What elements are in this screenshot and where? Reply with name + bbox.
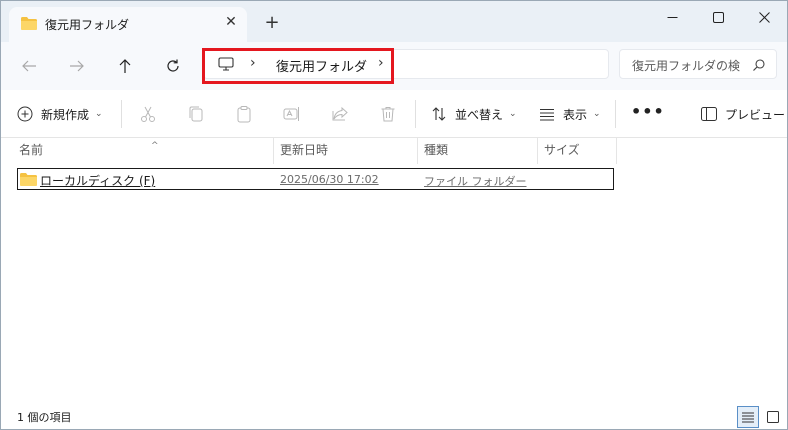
more-options-button[interactable]: •••: [631, 102, 665, 121]
column-header-type[interactable]: 種類: [417, 138, 537, 164]
column-header-date[interactable]: 更新日時: [273, 138, 417, 164]
status-item-count: 1 個の項目: [17, 411, 72, 424]
tab-close-button[interactable]: ✕: [221, 12, 241, 32]
folder-icon: [20, 173, 37, 186]
search-placeholder: 復元用フォルダの検: [632, 59, 741, 73]
search-box[interactable]: 復元用フォルダの検: [619, 49, 777, 79]
plus-circle-icon: [17, 106, 33, 122]
view-button-label: 表示: [563, 107, 588, 122]
search-icon: [753, 59, 765, 71]
new-button-label: 新規作成: [41, 107, 90, 122]
back-button[interactable]: [17, 54, 41, 78]
tab-title: 復元用フォルダ: [45, 18, 130, 32]
command-bar: 新規作成 ⌄ 並べ替え ⌄ 表示 ⌄ ••• プレビュー: [1, 90, 787, 138]
preview-pane-icon: [701, 107, 717, 121]
tab-active[interactable]: 復元用フォルダ ✕: [9, 7, 247, 42]
chevron-down-icon: ⌄: [509, 109, 517, 119]
maximize-icon: [712, 11, 724, 23]
copy-icon[interactable]: [187, 105, 205, 123]
explorer-window: 復元用フォルダ ✕ + › 復元用フォルダ › 復元用フォルダの検 新規作成 ⌄…: [0, 0, 788, 430]
paste-icon[interactable]: [235, 105, 253, 123]
rename-icon[interactable]: [283, 105, 301, 123]
close-window-button[interactable]: [741, 1, 787, 33]
tiles-view-icon: [767, 411, 779, 423]
large-icons-view-button[interactable]: [763, 406, 783, 428]
arrow-right-icon: [70, 60, 84, 72]
arrow-left-icon: [22, 60, 36, 72]
table-row[interactable]: ローカルディスク (F) 2025/06/30 17:02 ファイル フォルダー: [17, 168, 614, 190]
view-button[interactable]: 表示 ⌄: [539, 90, 601, 138]
list-view-icon: [540, 109, 554, 121]
new-button[interactable]: 新規作成 ⌄: [17, 90, 103, 138]
chevron-down-icon: ⌄: [95, 109, 103, 119]
sort-button[interactable]: 並べ替え ⌄: [431, 90, 517, 138]
preview-button-label: プレビュー: [725, 107, 786, 122]
column-header: ^ 名前 更新日時 種類 サイズ: [1, 138, 787, 164]
refresh-button[interactable]: [161, 54, 185, 78]
navigation-bar: › 復元用フォルダ › 復元用フォルダの検: [1, 42, 787, 90]
toolbar-divider: [615, 100, 616, 128]
toolbar-divider: [121, 100, 122, 128]
details-view-icon: [742, 412, 754, 423]
details-view-button[interactable]: [737, 406, 759, 428]
close-icon: [758, 11, 770, 23]
folder-icon: [21, 17, 37, 30]
column-header-name[interactable]: ^ 名前: [13, 138, 273, 164]
minimize-icon: [667, 16, 677, 18]
row-type: ファイル フォルダー: [424, 175, 527, 188]
sort-arrows-icon: [432, 107, 446, 121]
chevron-down-icon: ⌄: [593, 109, 601, 119]
cut-icon[interactable]: [139, 105, 157, 123]
highlight-annotation: [202, 48, 394, 84]
refresh-icon: [167, 59, 179, 72]
column-header-size[interactable]: サイズ: [537, 138, 617, 164]
forward-button[interactable]: [65, 54, 89, 78]
column-header-name-label: 名前: [19, 143, 44, 157]
toolbar-divider: [415, 100, 416, 128]
minimize-button[interactable]: [649, 1, 695, 33]
row-name[interactable]: ローカルディスク (F): [40, 172, 155, 189]
new-tab-button[interactable]: +: [261, 13, 283, 35]
row-date: 2025/06/30 17:02: [280, 173, 379, 186]
sort-caret-icon: ^: [151, 141, 159, 151]
share-icon[interactable]: [331, 105, 349, 123]
arrow-up-icon: [119, 59, 131, 73]
trash-icon[interactable]: [379, 105, 397, 123]
preview-button[interactable]: プレビュー: [701, 90, 785, 138]
up-button[interactable]: [113, 54, 137, 78]
maximize-button[interactable]: [695, 1, 741, 33]
sort-button-label: 並べ替え: [455, 107, 504, 122]
title-bar: 復元用フォルダ ✕ +: [1, 1, 787, 42]
